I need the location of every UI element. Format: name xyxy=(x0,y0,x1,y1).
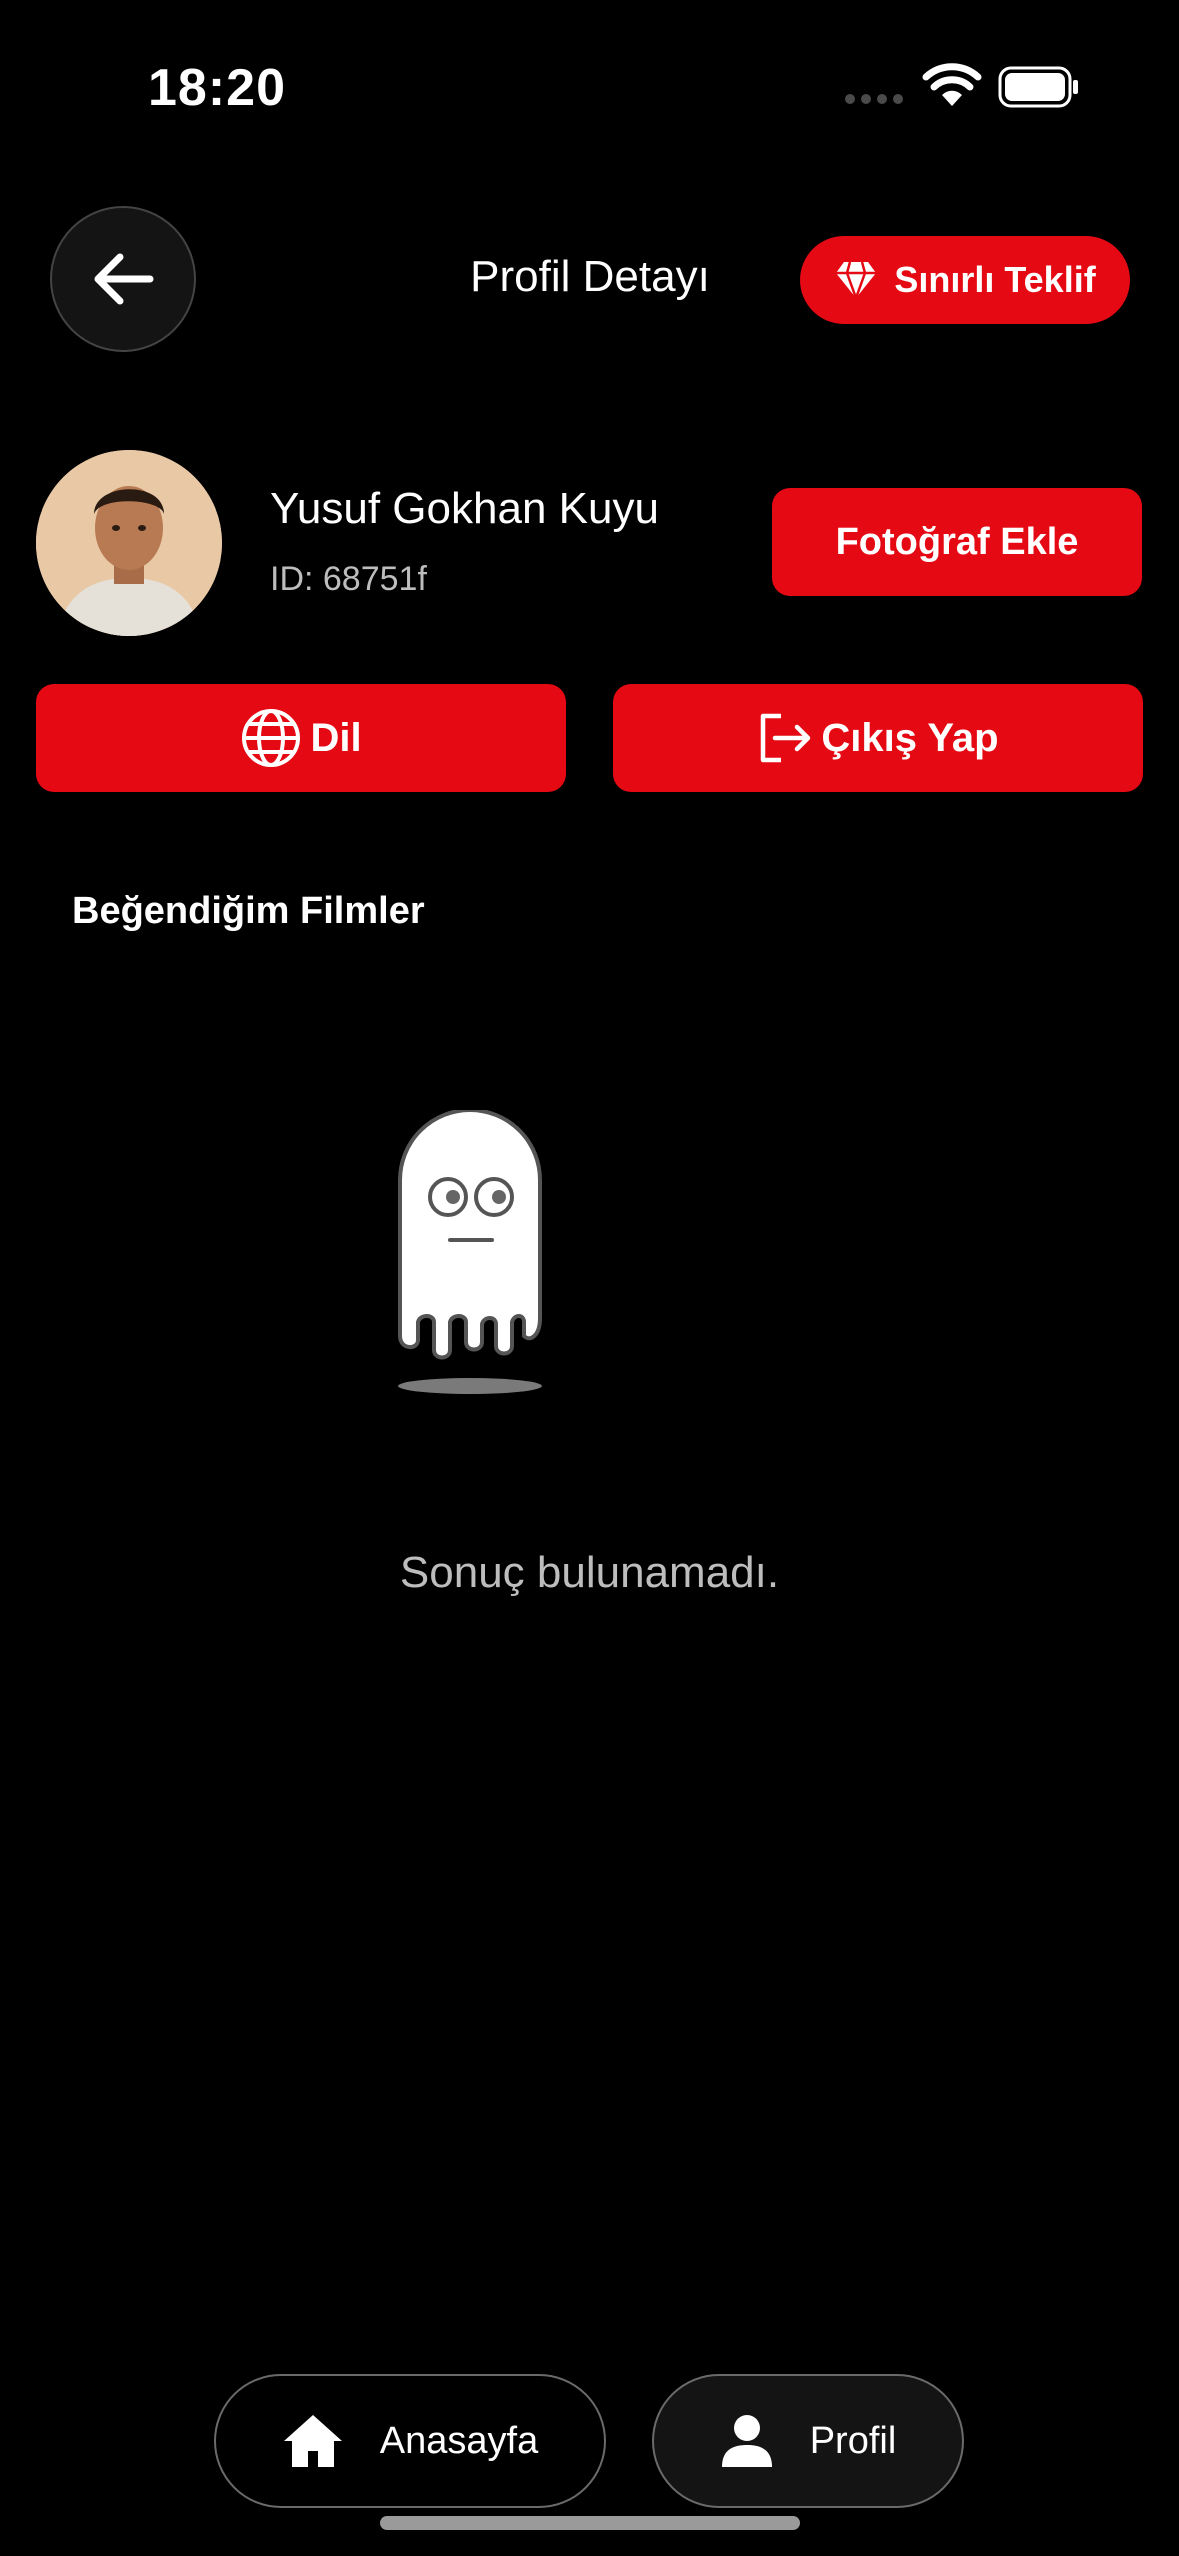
limited-offer-label: Sınırlı Teklif xyxy=(894,259,1096,300)
language-label: Dil xyxy=(310,715,362,760)
user-name: Yusuf Gokhan Kuyu xyxy=(270,484,659,533)
cellular-signal-icon xyxy=(845,94,903,104)
battery-icon xyxy=(998,66,1078,108)
status-time: 18:20 xyxy=(148,59,286,117)
limited-offer-button[interactable]: Sınırlı Teklif xyxy=(800,236,1130,324)
home-icon xyxy=(283,2415,342,2467)
logout-label: Çıkış Yap xyxy=(821,715,999,760)
language-button[interactable]: Dil xyxy=(36,684,566,792)
user-id: ID: 68751f xyxy=(270,560,427,598)
diamond-icon xyxy=(836,261,877,300)
logout-button[interactable]: Çıkış Yap xyxy=(613,684,1143,792)
nav-profile-button[interactable]: Profil xyxy=(652,2374,964,2508)
home-indicator xyxy=(380,2516,800,2530)
nav-home-label: Anasayfa xyxy=(379,2419,539,2462)
wifi-icon xyxy=(922,63,982,106)
globe-icon xyxy=(242,709,301,767)
ghost-icon xyxy=(398,1110,542,1394)
avatar xyxy=(36,450,222,636)
nav-profile-label: Profil xyxy=(809,2419,897,2462)
back-arrow-icon xyxy=(94,253,154,305)
back-button[interactable] xyxy=(50,206,196,352)
nav-home-button[interactable]: Anasayfa xyxy=(214,2374,606,2508)
logout-icon xyxy=(761,713,811,763)
empty-state-text: Sonuç bulunamadı. xyxy=(399,1548,780,1597)
person-icon xyxy=(721,2415,772,2467)
favorites-title: Beğendiğim Filmler xyxy=(72,890,425,932)
add-photo-button[interactable]: Fotoğraf Ekle xyxy=(772,488,1142,596)
page-title: Profil Detayı xyxy=(470,252,710,301)
